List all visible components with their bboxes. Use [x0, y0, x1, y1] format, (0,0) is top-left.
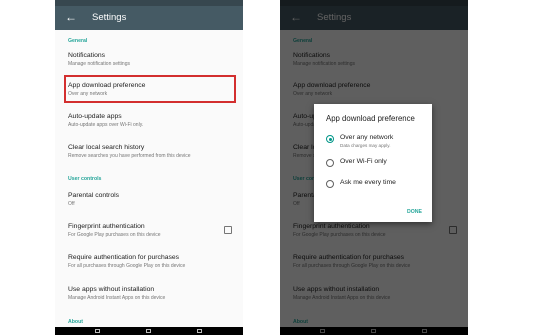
- section-header-user-controls: User controls: [68, 176, 102, 182]
- home-nav-icon[interactable]: [146, 329, 151, 333]
- radio-selected-icon[interactable]: [326, 135, 334, 143]
- setting-subtitle: Auto-update apps over Wi-Fi only.: [68, 122, 144, 128]
- setting-subtitle: For all purchases through Google Play on…: [68, 263, 186, 269]
- highlight-box: [64, 75, 236, 103]
- setting-subtitle: Off: [68, 201, 75, 207]
- option-note: Data charges may apply.: [340, 143, 391, 148]
- setting-auto-update-apps[interactable]: Auto-update apps Auto-update apps over W…: [55, 107, 243, 136]
- nav-bar: [55, 327, 243, 335]
- setting-instant-apps[interactable]: Use apps without installation Manage And…: [55, 280, 243, 309]
- section-header-general: General: [68, 38, 88, 44]
- setting-title: Clear local search history: [68, 144, 145, 151]
- setting-title: Use apps without installation: [68, 286, 155, 293]
- app-bar: ← Settings: [55, 6, 243, 30]
- setting-subtitle: For Google Play purchases on this device: [68, 232, 161, 238]
- setting-clear-search-history[interactable]: Clear local search history Remove search…: [55, 138, 243, 167]
- back-arrow-icon[interactable]: ←: [65, 10, 77, 24]
- download-preference-dialog: App download preference Over any network…: [314, 104, 432, 222]
- back-nav-icon[interactable]: [95, 329, 100, 333]
- option-label: Ask me every time: [340, 179, 396, 186]
- setting-notifications[interactable]: Notifications Manage notification settin…: [55, 46, 243, 75]
- recents-nav-icon[interactable]: [197, 329, 202, 333]
- setting-subtitle: Manage notification settings: [68, 61, 130, 67]
- section-header-about: About: [68, 319, 83, 325]
- left-phone-screen: ← Settings General Notifications Manage …: [55, 0, 243, 335]
- fingerprint-checkbox[interactable]: [224, 226, 232, 234]
- setting-require-authentication[interactable]: Require authentication for purchases For…: [55, 248, 243, 277]
- option-label: Over Wi-Fi only: [340, 158, 387, 165]
- setting-title: Auto-update apps: [68, 113, 122, 120]
- dialog-title: App download preference: [326, 114, 415, 123]
- right-phone-screen: ← Settings General Notifications Manage …: [280, 0, 468, 335]
- setting-subtitle: Manage Android Instant Apps on this devi…: [68, 295, 166, 301]
- setting-subtitle: Remove searches you have performed from …: [68, 153, 191, 159]
- setting-title: Require authentication for purchases: [68, 254, 180, 261]
- radio-unselected-icon[interactable]: [326, 180, 334, 188]
- option-label: Over any network: [340, 134, 394, 141]
- setting-parental-controls[interactable]: Parental controls Off: [55, 186, 243, 215]
- done-button[interactable]: DONE: [407, 209, 422, 215]
- setting-title: Fingerprint authentication: [68, 223, 145, 230]
- radio-unselected-icon[interactable]: [326, 159, 334, 167]
- page-title: Settings: [92, 12, 127, 23]
- setting-fingerprint-authentication[interactable]: Fingerprint authentication For Google Pl…: [55, 217, 243, 246]
- setting-title: Parental controls: [68, 192, 120, 199]
- setting-title: Notifications: [68, 52, 106, 59]
